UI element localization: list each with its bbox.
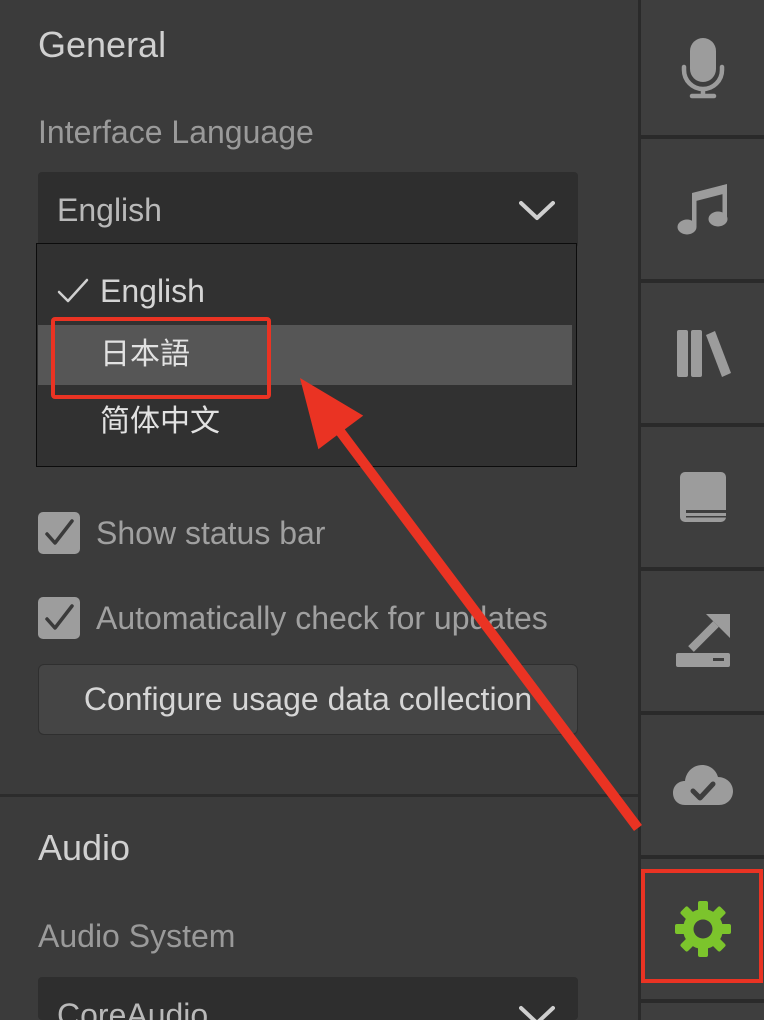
sidebar-tab-microphone[interactable] [641, 0, 764, 135]
language-option-label: 日本語 [100, 337, 190, 372]
sidebar-tab-settings[interactable] [641, 859, 764, 999]
book-icon [679, 472, 726, 522]
checkmark-icon [57, 278, 89, 303]
section-heading-general: General [38, 24, 167, 65]
sidebar-tab-music[interactable] [641, 139, 764, 279]
sidebar-tab-export[interactable] [641, 571, 764, 711]
show-status-bar-row: Show status bar [38, 512, 598, 554]
export-icon [675, 614, 730, 667]
chevron-down-icon [519, 1006, 555, 1020]
audio-system-label: Audio System [38, 918, 236, 954]
checkbox-check-icon [45, 519, 74, 545]
language-menu: English 日本語 简体中文 [36, 243, 577, 467]
auto-update-checkbox[interactable] [38, 597, 80, 639]
library-icon [676, 330, 731, 377]
sidebar-nav [638, 0, 764, 1020]
language-option-japanese[interactable]: 日本語 [38, 325, 572, 385]
audio-system-value: CoreAudio [57, 997, 209, 1020]
sidebar-tab-partial[interactable] [641, 1003, 764, 1020]
gear-icon [674, 901, 731, 957]
section-divider [0, 794, 638, 797]
microphone-icon [681, 37, 724, 98]
configure-usage-data-button[interactable]: Configure usage data collection [38, 664, 578, 735]
cloud-check-icon [672, 765, 733, 805]
audio-system-dropdown[interactable]: CoreAudio [38, 977, 578, 1020]
chevron-down-icon [519, 201, 555, 220]
show-status-bar-label: Show status bar [96, 515, 326, 551]
settings-panel: General Interface Language English Engli… [0, 0, 638, 1020]
sidebar-tab-cloud-sync[interactable] [641, 715, 764, 855]
language-option-simplified-chinese[interactable]: 简体中文 [38, 392, 572, 452]
checkbox-check-icon [45, 604, 74, 630]
show-status-bar-checkbox[interactable] [38, 512, 80, 554]
language-option-english[interactable]: English [38, 261, 572, 321]
app-window: General Interface Language English Engli… [0, 0, 764, 1020]
music-note-icon [677, 184, 727, 235]
interface-language-label: Interface Language [38, 114, 314, 150]
language-option-label: 简体中文 [100, 404, 220, 439]
auto-update-check-row: Automatically check for updates [38, 597, 598, 639]
auto-update-label: Automatically check for updates [96, 600, 548, 636]
section-heading-audio: Audio [38, 827, 131, 868]
interface-language-dropdown[interactable]: English [38, 172, 578, 248]
interface-language-value: English [57, 192, 162, 228]
language-option-label: English [100, 273, 205, 309]
sidebar-tab-library[interactable] [641, 283, 764, 423]
sidebar-tab-book[interactable] [641, 427, 764, 567]
